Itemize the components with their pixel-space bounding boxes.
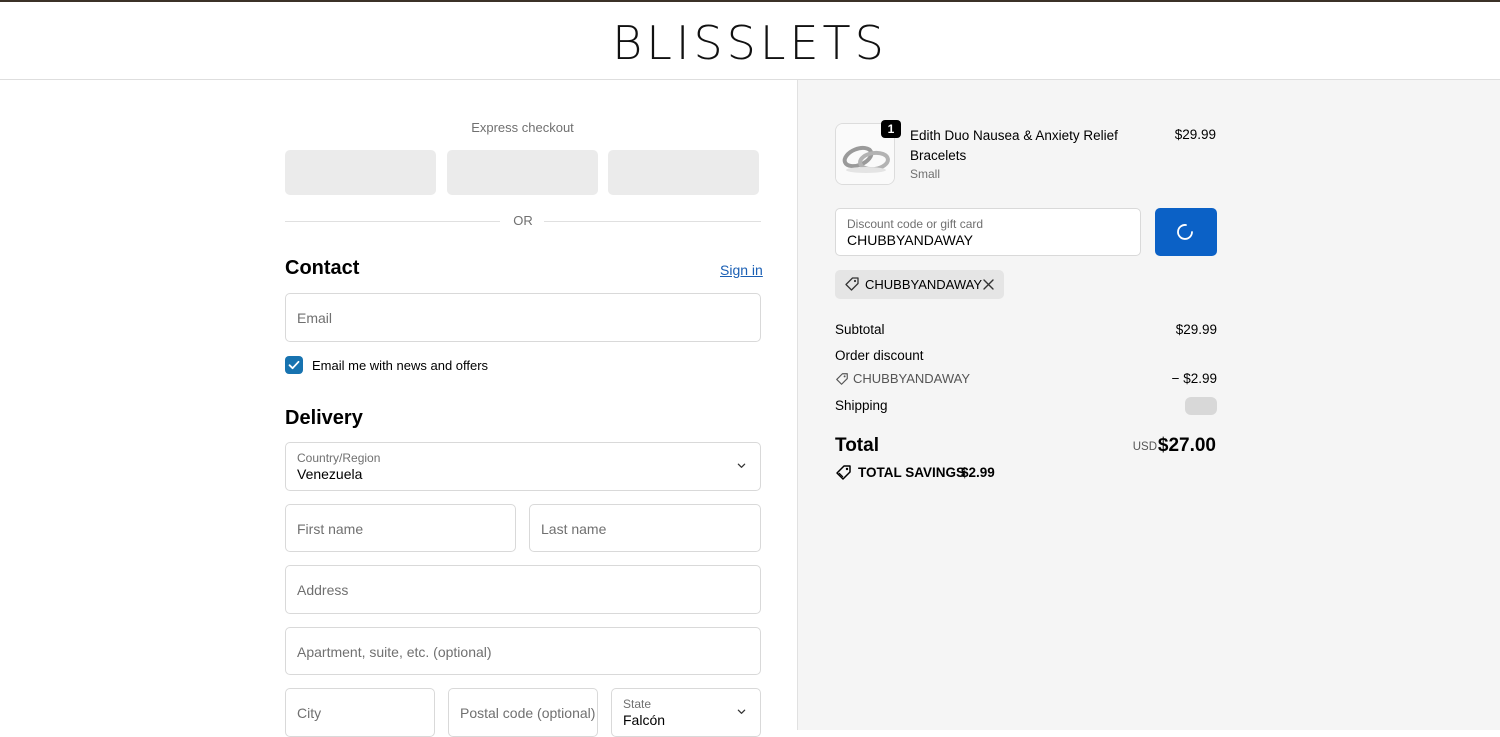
applied-discount-chip: CHUBBYANDAWAY: [835, 270, 1004, 299]
quantity-badge: 1: [881, 120, 901, 138]
chevron-down-icon: [737, 463, 746, 468]
shipping-label: Shipping: [835, 398, 888, 413]
chevron-down-icon: [737, 709, 746, 714]
order-discount-row: Order discount: [835, 348, 1217, 363]
total-label: Total: [835, 435, 879, 456]
spinner-icon: [1177, 224, 1193, 240]
country-value: Venezuela: [297, 466, 363, 482]
store-logo[interactable]: BLISSLETS: [0, 16, 1500, 70]
discount-code-input[interactable]: Discount code or gift card CHUBBYANDAWAY: [835, 208, 1141, 256]
or-divider: OR: [285, 213, 761, 231]
apply-discount-button[interactable]: [1155, 208, 1217, 256]
discount-value: CHUBBYANDAWAY: [847, 232, 974, 248]
divider-line-right: [544, 221, 761, 222]
apartment-field[interactable]: Apartment, suite, etc. (optional): [285, 627, 761, 675]
express-pay-button-1[interactable]: [285, 150, 436, 195]
delivery-heading: Delivery: [285, 407, 363, 429]
express-pay-button-2[interactable]: [447, 150, 598, 195]
apartment-placeholder: Apartment, suite, etc. (optional): [297, 644, 492, 660]
close-icon[interactable]: [982, 278, 995, 291]
savings-label: TOTAL SAVINGS: [858, 465, 966, 480]
tag-icon: [836, 373, 848, 385]
product-name: Edith Duo Nausea & Anxiety Relief Bracel…: [910, 128, 1118, 163]
shipping-loading-placeholder: [1185, 397, 1217, 415]
savings-value: $2.99: [961, 465, 995, 480]
express-pay-button-3[interactable]: [608, 150, 759, 195]
discount-label: Discount code or gift card: [847, 217, 984, 231]
total-amount: $27.00: [1157, 435, 1216, 456]
address-placeholder: Address: [297, 582, 349, 598]
first-name-placeholder: First name: [297, 521, 364, 537]
first-name-field[interactable]: First name: [285, 504, 516, 552]
checkout-form: Express checkout OR Contact Sign in Emai…: [0, 80, 797, 737]
country-select[interactable]: Country/Region Venezuela: [285, 442, 761, 491]
sign-in-link[interactable]: Sign in: [720, 262, 763, 278]
newsletter-label: Email me with news and offers: [312, 358, 489, 373]
site-header: BLISSLETS: [0, 2, 1500, 80]
total-currency: USD: [1132, 441, 1157, 453]
last-name-placeholder: Last name: [541, 521, 607, 537]
express-checkout-title: Express checkout: [471, 120, 574, 135]
applied-discount-code: CHUBBYANDAWAY: [865, 277, 983, 292]
order-discount-label: Order discount: [835, 348, 924, 363]
check-icon: [288, 360, 300, 370]
email-placeholder: Email: [297, 310, 333, 326]
postal-code-placeholder: Postal code (optional): [460, 705, 596, 721]
tag-icon: [845, 277, 859, 291]
state-label: State: [623, 697, 652, 711]
order-summary: 1 Edith Duo Nausea & Anxiety Relief Brac…: [797, 80, 1500, 730]
subtotal-value: $29.99: [1175, 322, 1217, 337]
state-value: Falcón: [623, 712, 666, 728]
product-variant: Small: [910, 167, 941, 181]
address-field[interactable]: Address: [285, 565, 761, 614]
shipping-row: Shipping: [835, 397, 1217, 415]
last-name-field[interactable]: Last name: [529, 504, 761, 552]
email-field[interactable]: Email: [285, 293, 761, 342]
order-discount-code: CHUBBYANDAWAY: [853, 371, 971, 386]
country-label: Country/Region: [297, 451, 381, 465]
subtotal-label: Subtotal: [835, 322, 885, 337]
city-placeholder: City: [297, 705, 322, 721]
savings-tag-icon: [836, 465, 851, 480]
newsletter-checkbox[interactable]: [285, 356, 303, 374]
contact-heading: Contact: [285, 257, 360, 279]
order-discount-value: − $2.99: [1171, 371, 1217, 386]
product-price: $29.99: [1174, 127, 1216, 142]
subtotal-row: Subtotal $29.99: [835, 322, 1217, 337]
